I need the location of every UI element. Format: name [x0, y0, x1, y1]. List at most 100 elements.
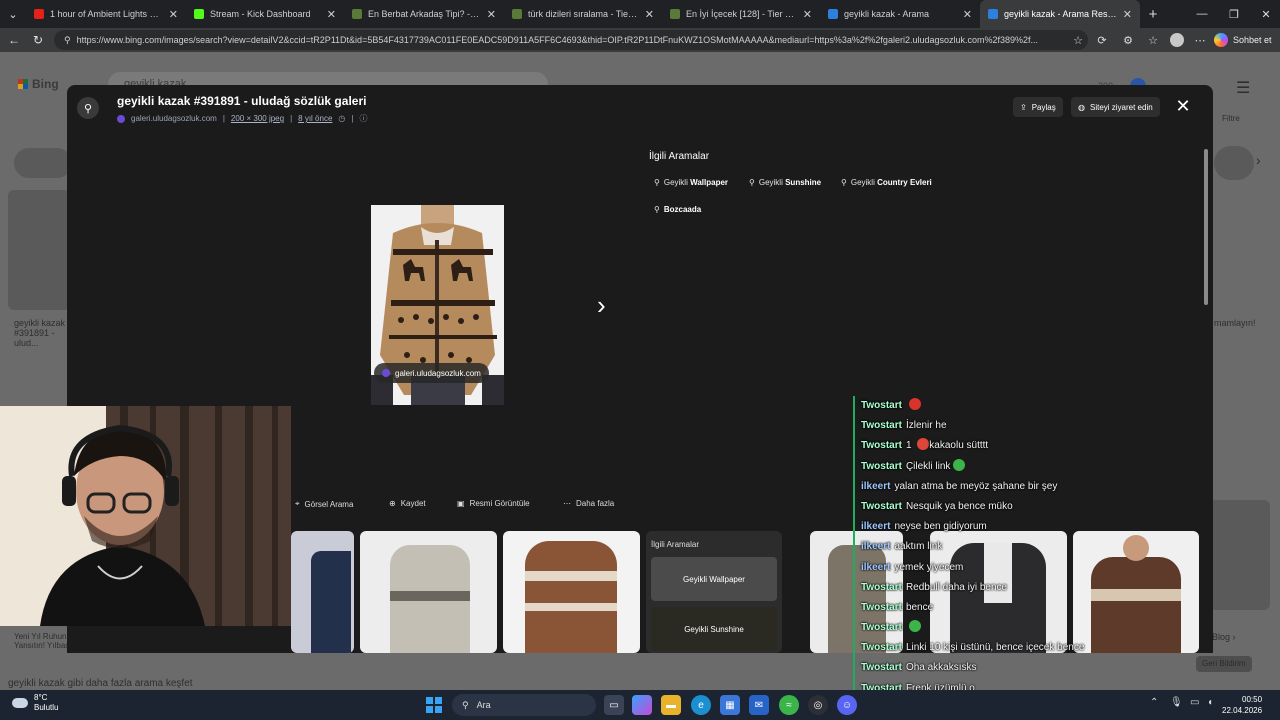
view-image-icon: ▣ [457, 499, 465, 508]
mail-icon[interactable]: ✉ [749, 695, 769, 715]
background-chip-right[interactable] [1214, 146, 1254, 180]
chat-message: ilkeert yalan atma be meyöz şahane bir şe… [853, 476, 1113, 497]
source-domain[interactable]: galeri.uludagsozluk.com [131, 114, 217, 123]
search-icon: ⚲ [462, 699, 469, 710]
copilot-button[interactable]: Sohbet et [1214, 31, 1272, 49]
minimize-button[interactable]: — [1186, 0, 1218, 28]
maximize-button[interactable]: ❐ [1218, 0, 1250, 28]
close-tab-icon[interactable]: ✕ [487, 8, 496, 21]
feedback-button[interactable]: Geri Bildirim [1196, 656, 1252, 672]
new-tab-button[interactable]: + [1140, 6, 1166, 23]
chat-username: Twostart [861, 662, 902, 674]
source-pill-favicon-icon [382, 369, 390, 377]
tray-chevron-icon[interactable]: ⌃ [1150, 697, 1158, 708]
tab-actions-menu[interactable]: ⌄ [0, 0, 26, 28]
background-thumbnail-right[interactable] [1210, 500, 1270, 610]
address-bar[interactable]: ⚲ https://www.bing.com/images/search?vie… [54, 30, 1088, 50]
related-image-thumbnail[interactable] [360, 531, 497, 653]
obs-icon[interactable]: ◎ [808, 695, 828, 715]
related-search-chip[interactable]: ⚲ Geyikli Wallpaper [649, 173, 733, 191]
close-window-button[interactable]: ✕ [1250, 0, 1280, 28]
more-dots-icon: ⋯ [563, 499, 571, 508]
favorite-star-icon[interactable]: ☆ [1070, 32, 1086, 48]
store-icon[interactable]: ▦ [720, 695, 740, 715]
chat-username: Twostart [861, 642, 902, 654]
extensions-icon[interactable]: ⟳ [1094, 32, 1110, 48]
more-menu-icon[interactable]: ⋯ [1192, 32, 1208, 48]
visual-search-action[interactable]: ⌖ Görsel Arama [295, 499, 353, 509]
weather-widget[interactable]: 8°C Bulutlu [12, 693, 58, 713]
copilot-taskbar-icon[interactable] [632, 695, 652, 715]
close-tab-icon[interactable]: ✕ [803, 8, 812, 21]
browser-tab[interactable]: türk dizileri sıralama - Tier List, Kör ✕ [504, 0, 662, 28]
visit-site-button[interactable]: ◍ Siteyi ziyaret edin [1071, 97, 1160, 117]
carousel-next-icon[interactable]: › [1256, 152, 1261, 168]
profile-avatar[interactable] [1169, 32, 1185, 48]
image-title[interactable]: geyikli kazak #391891 - uludağ sözlük ga… [117, 94, 366, 108]
task-view-icon[interactable]: ▭ [604, 695, 624, 715]
discord-icon[interactable]: ☺ [837, 695, 857, 715]
source-favicon-icon [117, 114, 125, 123]
related-card-title: İlgili Aramalar [651, 540, 700, 549]
save-action[interactable]: ⊕ Kaydet [389, 499, 426, 508]
browser-tab[interactable]: En İyi İçecek [128] - Tier List, Kör S ✕ [662, 0, 820, 28]
filter-label[interactable]: Filtre [1222, 114, 1240, 123]
browser-tab[interactable]: geyikli kazak - Arama ✕ [820, 0, 980, 28]
view-image-action[interactable]: ▣ Resmi Görüntüle [457, 499, 530, 508]
chat-message: Twostart bence [853, 597, 1113, 619]
browser-tab[interactable]: geyikli kazak - Arama Resimler ✕ [980, 0, 1140, 28]
browser-tab[interactable]: En Berbat Arkadaş Tipi? - Tier List, ✕ [344, 0, 504, 28]
modal-search-icon[interactable]: ⚲ [77, 97, 99, 119]
tab-favicon-icon [194, 9, 204, 19]
close-tab-icon[interactable]: ✕ [1123, 8, 1132, 21]
image-age[interactable]: 8 yıl önce [298, 114, 332, 123]
image-source-pill[interactable]: galeri.uludagsozluk.com [374, 363, 489, 383]
start-windows-icon[interactable] [424, 695, 444, 715]
chat-message: Twostart [853, 618, 1113, 639]
taskbar-search-placeholder: Ara [476, 700, 491, 710]
related-chip-term: Wallpaper [690, 177, 729, 187]
background-chip[interactable] [14, 148, 72, 178]
browser-tab[interactable]: Stream - Kick Dashboard ✕ [186, 0, 344, 28]
network-icon[interactable]: ▭ [1190, 697, 1199, 708]
spotify-icon[interactable]: ≈ [779, 695, 799, 715]
related-search-chip[interactable]: ⚲ Bozcaada [649, 200, 706, 218]
favorites-icon[interactable]: ☆ [1145, 32, 1161, 48]
related-search-chip[interactable]: ⚲ Geyikli Sunshine [744, 173, 826, 191]
blog-link[interactable]: Blog › [1212, 632, 1236, 642]
background-thumbnail-left[interactable] [8, 190, 70, 310]
refresh-button[interactable]: ↻ [26, 33, 50, 47]
site-info-icon[interactable]: ⚲ [64, 35, 71, 46]
tab-title: En Berbat Arkadaş Tipi? - Tier List, [368, 9, 481, 19]
next-image-arrow-icon[interactable]: › [597, 290, 606, 321]
bing-logo[interactable]: Bing [18, 77, 59, 91]
volume-icon[interactable]: ◖ [1207, 697, 1213, 708]
edge-browser-icon[interactable]: e [691, 695, 711, 715]
close-tab-icon[interactable]: ✕ [169, 8, 178, 21]
hamburger-menu-icon[interactable]: ☰ [1236, 78, 1250, 98]
related-tile-sunshine[interactable]: Geyikli Sunshine [651, 607, 777, 651]
related-image-thumbnail[interactable] [503, 531, 640, 653]
modal-scrollbar[interactable] [1204, 149, 1208, 305]
close-tab-icon[interactable]: ✕ [327, 8, 336, 21]
close-tab-icon[interactable]: ✕ [645, 8, 654, 21]
image-size[interactable]: 200 × 300 jpeg [231, 114, 284, 123]
explore-more-text: geyikli kazak gibi daha fazla arama keşf… [8, 678, 193, 689]
related-tile-wallpaper[interactable]: Geyikli Wallpaper [651, 557, 777, 601]
taskbar-search[interactable]: ⚲ Ara [452, 694, 596, 716]
file-explorer-icon[interactable]: ▬ [661, 695, 681, 715]
close-modal-button[interactable]: ✕ [1173, 96, 1193, 116]
share-button[interactable]: ⇪ Paylaş [1013, 97, 1063, 117]
microphone-icon[interactable]: 🎙 [1170, 697, 1183, 708]
close-tab-icon[interactable]: ✕ [963, 8, 972, 21]
info-icon[interactable]: ⓘ [359, 113, 367, 124]
chat-text: kakaolu sütttt [929, 440, 989, 452]
related-search-chip[interactable]: ⚲ Geyikli Country Evleri [836, 173, 937, 191]
related-image-thumbnail[interactable] [291, 531, 354, 653]
more-action[interactable]: ⋯ Daha fazla [563, 499, 614, 508]
collections-icon[interactable]: ⚙ [1120, 32, 1136, 48]
back-button[interactable]: ← [2, 33, 26, 47]
browser-tab[interactable]: 1 hour of Ambient Lights Demo Vi ✕ [26, 0, 186, 28]
chat-username: Twostart [861, 622, 902, 634]
system-clock[interactable]: 00:50 22.04.2026 [1222, 694, 1262, 716]
